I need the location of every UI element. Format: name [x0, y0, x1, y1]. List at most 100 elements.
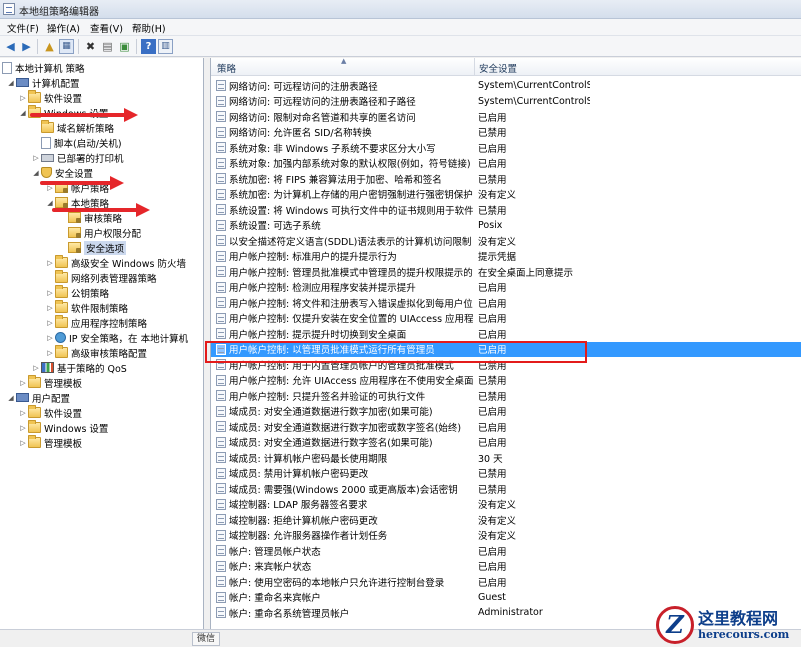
security-setting-value: 已禁用: [478, 391, 507, 403]
help-icon[interactable]: ?: [141, 39, 156, 54]
table-row[interactable]: 以安全描述符定义语言(SDDL)语法表示的计算机访问限制 没有定义: [211, 233, 801, 248]
table-row[interactable]: 网络访问: 允许匿名 SID/名称转换 已禁用: [211, 125, 801, 140]
tree-item-user-admin-templates[interactable]: ▷ 管理模板: [18, 435, 82, 450]
export-list-icon[interactable]: ▣: [117, 39, 132, 54]
tree-item-security-options[interactable]: 安全选项: [58, 240, 127, 255]
tree-item-firewall[interactable]: ▷ 高级安全 Windows 防火墙: [45, 255, 186, 270]
collapsed-triangle-icon[interactable]: ▷: [18, 420, 28, 435]
tree-item-qos[interactable]: ▷ 基于策略的 QoS: [31, 360, 127, 375]
collapsed-triangle-icon[interactable]: ▷: [45, 345, 55, 360]
tree-item-app-control[interactable]: ▷ 应用程序控制策略: [45, 315, 147, 330]
table-row[interactable]: 系统加密: 为计算机上存储的用户密钥强制进行强密钥保护 没有定义: [211, 187, 801, 202]
collapsed-triangle-icon[interactable]: ▷: [31, 150, 41, 165]
collapsed-triangle-icon[interactable]: ▷: [45, 300, 55, 315]
tree-item-public-key[interactable]: ▷ 公钥策略: [45, 285, 109, 300]
table-row[interactable]: 系统设置: 可选子系统 Posix: [211, 218, 801, 233]
watermark-logo-icon: Z: [656, 606, 694, 644]
table-row[interactable]: 帐户: 使用空密码的本地帐户只允许进行控制台登录 已启用: [211, 574, 801, 589]
table-row[interactable]: 用户帐户控制: 只提升签名并验证的可执行文件 已禁用: [211, 388, 801, 403]
tree-item-name-resolution[interactable]: 域名解析策略: [31, 120, 114, 135]
tree-item-local-policy[interactable]: 本地计算机 策略: [2, 60, 85, 75]
table-row[interactable]: 系统加密: 将 FIPS 兼容算法用于加密、哈希和签名 已禁用: [211, 171, 801, 186]
table-row[interactable]: 域成员: 对安全通道数据进行数字加密或数字签名(始终) 已启用: [211, 419, 801, 434]
tree-item-scripts[interactable]: 脚本(启动/关机): [31, 135, 122, 150]
tree-item-ipsec[interactable]: ▷ IP 安全策略，在 本地计算机: [45, 330, 188, 345]
properties-icon[interactable]: ▤: [100, 39, 115, 54]
delete-icon[interactable]: ✖: [83, 39, 98, 54]
tree-item-computer-config[interactable]: ◢ 计算机配置: [6, 75, 80, 90]
table-row[interactable]: 域成员: 禁用计算机帐户密码更改 已禁用: [211, 466, 801, 481]
table-row[interactable]: 系统对象: 加强内部系统对象的默认权限(例如，符号链接) 已启用: [211, 156, 801, 171]
table-row[interactable]: 用户帐户控制: 仅提升安装在安全位置的 UIAccess 应用程序 已启用: [211, 311, 801, 326]
collapsed-triangle-icon[interactable]: ▷: [18, 90, 28, 105]
collapsed-triangle-icon[interactable]: ▷: [31, 360, 41, 375]
expanded-triangle-icon[interactable]: ◢: [6, 75, 16, 90]
menu-action[interactable]: 操作(A): [45, 21, 82, 35]
tree-item-security-settings[interactable]: ◢ 安全设置: [31, 165, 93, 180]
forward-arrow-icon[interactable]: ▶: [19, 39, 34, 54]
table-row[interactable]: 用户帐户控制: 提示提升时切换到安全桌面 已启用: [211, 326, 801, 341]
security-setting-value: 已启用: [478, 112, 507, 124]
table-row[interactable]: 域成员: 对安全通道数据进行数字签名(如果可能) 已启用: [211, 435, 801, 450]
table-row[interactable]: 用户帐户控制: 管理员批准模式中管理员的提升权限提示的行为 在安全桌面上同意提示: [211, 264, 801, 279]
security-setting-value: 已启用: [478, 422, 507, 434]
table-row[interactable]: 用户帐户控制: 允许 UIAccess 应用程序在不使用安全桌面的情况下提升权限…: [211, 373, 801, 388]
table-row[interactable]: 域成员: 计算机帐户密码最长使用期限 30 天: [211, 450, 801, 465]
show-hide-tree-icon[interactable]: ▦: [59, 39, 74, 54]
up-folder-icon[interactable]: ▲: [42, 39, 57, 54]
table-row[interactable]: 用户帐户控制: 检测应用程序安装并提示提升 已启用: [211, 280, 801, 295]
column-header-policy[interactable]: 策略: [217, 61, 236, 75]
collapsed-triangle-icon[interactable]: ▷: [45, 285, 55, 300]
menu-help[interactable]: 帮助(H): [130, 21, 168, 35]
table-row[interactable]: 系统对象: 非 Windows 子系统不要求区分大小写 已启用: [211, 140, 801, 155]
tree-item-user-software-settings[interactable]: ▷ 软件设置: [18, 405, 82, 420]
tree-item-software-restriction[interactable]: ▷ 软件限制策略: [45, 300, 128, 315]
table-row[interactable]: 域控制器: LDAP 服务器签名要求 没有定义: [211, 497, 801, 512]
policy-name: 系统加密: 为计算机上存储的用户密钥强制进行强密钥保护: [229, 190, 473, 202]
table-row[interactable]: 域成员: 对安全通道数据进行数字加密(如果可能) 已启用: [211, 404, 801, 419]
table-row[interactable]: 网络访问: 限制对命名管道和共享的匿名访问 已启用: [211, 109, 801, 124]
tree-item-network-list[interactable]: 网络列表管理器策略: [45, 270, 157, 285]
table-row[interactable]: 网络访问: 可远程访问的注册表路径 System\CurrentControlSe…: [211, 78, 801, 93]
policy-name: 系统对象: 加强内部系统对象的默认权限(例如，符号链接): [229, 159, 471, 171]
collapsed-triangle-icon[interactable]: ▷: [45, 330, 55, 345]
collapsed-triangle-icon[interactable]: ▷: [45, 255, 55, 270]
column-divider[interactable]: [474, 58, 475, 76]
table-row[interactable]: 域控制器: 拒绝计算机帐户密码更改 没有定义: [211, 512, 801, 527]
tree-item-user-rights[interactable]: 用户权限分配: [58, 225, 141, 240]
collapsed-triangle-icon[interactable]: ▷: [18, 375, 28, 390]
menu-view[interactable]: 查看(V): [88, 21, 125, 35]
tree-item-deployed-printers[interactable]: ▷ 已部署的打印机: [31, 150, 124, 165]
table-row[interactable]: 帐户: 管理员帐户状态 已启用: [211, 543, 801, 558]
table-row[interactable]: 帐户: 来宾帐户状态 已启用: [211, 559, 801, 574]
collapsed-triangle-icon[interactable]: ▷: [18, 435, 28, 450]
expanded-triangle-icon[interactable]: ◢: [6, 390, 16, 405]
policy-name: 域成员: 对安全通道数据进行数字加密或数字签名(始终): [229, 422, 462, 434]
collapsed-triangle-icon[interactable]: ▷: [18, 405, 28, 420]
folder-icon: [55, 270, 68, 283]
collapsed-triangle-icon[interactable]: ▷: [45, 315, 55, 330]
tree-item-user-windows-settings[interactable]: ▷ Windows 设置: [18, 420, 108, 435]
table-row[interactable]: 系统设置: 将 Windows 可执行文件中的证书规则用于软件限制策略已禁用: [211, 202, 801, 217]
tree-item-software-settings[interactable]: ▷ 软件设置: [18, 90, 82, 105]
policy-setting-icon: [216, 157, 226, 169]
expanded-triangle-icon[interactable]: ◢: [18, 105, 28, 120]
table-row[interactable]: 网络访问: 可远程访问的注册表路径和子路径 System\CurrentContr…: [211, 94, 801, 109]
back-arrow-icon[interactable]: ◀: [3, 39, 18, 54]
tree-item-user-config[interactable]: ◢ 用户配置: [6, 390, 70, 405]
policy-setting-icon: [216, 219, 226, 231]
table-row[interactable]: 域成员: 需要强(Windows 2000 或更高版本)会话密钥 已禁用: [211, 481, 801, 496]
expanded-triangle-icon[interactable]: ◢: [31, 165, 41, 180]
watermark-cn-text: 这里教程网: [698, 608, 779, 628]
policy-setting-icon: [216, 250, 226, 262]
security-setting-value: 没有定义: [478, 515, 517, 527]
table-row[interactable]: 域控制器: 允许服务器操作者计划任务 没有定义: [211, 528, 801, 543]
tree-item-advanced-audit[interactable]: ▷ 高级审核策略配置: [45, 345, 147, 360]
console-tree[interactable]: 本地计算机 策略 ◢ 计算机配置 ▷ 软件设置 ◢ Windows 设置 域名解…: [0, 58, 204, 629]
column-header-setting[interactable]: 安全设置: [479, 61, 517, 75]
tree-item-admin-templates[interactable]: ▷ 管理模板: [18, 375, 82, 390]
table-row[interactable]: 用户帐户控制: 将文件和注册表写入错误虚拟化到每用户位置 已启用: [211, 295, 801, 310]
menu-file[interactable]: 文件(F): [5, 21, 41, 35]
table-row[interactable]: 用户帐户控制: 标准用户的提升提示行为 提示凭据: [211, 249, 801, 264]
show-hide-action-pane-icon[interactable]: ▥: [158, 39, 173, 54]
